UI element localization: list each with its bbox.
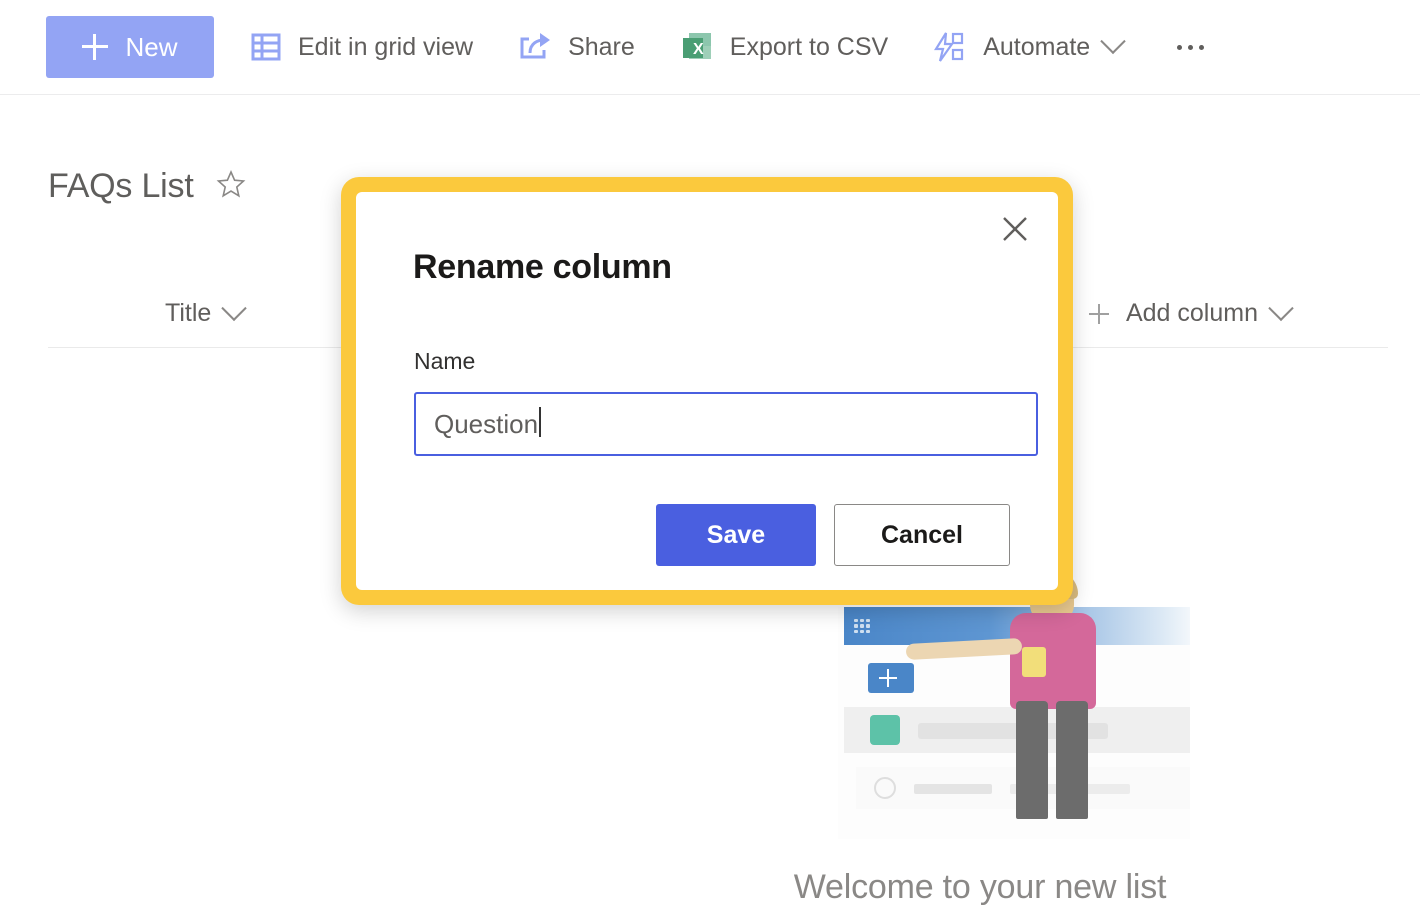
export-to-csv-button[interactable]: X Export to CSV xyxy=(680,17,888,77)
name-field-label: Name xyxy=(414,348,476,374)
more-options-button[interactable] xyxy=(1167,17,1214,77)
add-column-button[interactable]: Add column xyxy=(1088,295,1294,328)
edit-in-grid-view-button[interactable]: Edit in grid view xyxy=(250,17,473,77)
export-to-csv-label: Export to CSV xyxy=(729,32,889,61)
person-leg xyxy=(1016,701,1048,819)
column-header-title[interactable]: Title xyxy=(165,295,248,328)
save-button[interactable]: Save xyxy=(656,504,816,566)
excel-icon: X xyxy=(680,30,714,64)
new-button-label: New xyxy=(125,31,178,62)
text-cursor xyxy=(539,407,542,437)
list-app-window: New Edit in grid view Share X Export to … xyxy=(0,0,1420,915)
empty-state: Welcome to your new list xyxy=(660,571,1300,907)
new-button[interactable]: New xyxy=(46,16,214,78)
command-bar: New Edit in grid view Share X Export to … xyxy=(0,0,1420,95)
person-cup xyxy=(1022,647,1046,677)
chevron-down-icon xyxy=(221,295,248,321)
automate-flow-icon xyxy=(933,30,967,64)
dialog-actions: Save Cancel xyxy=(656,504,1010,566)
ellipsis-dot xyxy=(1177,44,1183,50)
empty-state-illustration xyxy=(838,571,1190,840)
person-leg xyxy=(1056,701,1088,819)
add-column-label: Add column xyxy=(1125,299,1258,327)
ellipsis-dot xyxy=(1188,44,1194,50)
automate-label: Automate xyxy=(983,32,1091,61)
name-input[interactable]: Question xyxy=(414,392,1038,456)
plus-icon xyxy=(1088,303,1109,324)
plus-icon xyxy=(82,34,109,60)
rename-column-dialog-highlight: Rename column Name Question Save Cancel xyxy=(341,177,1073,605)
cancel-button[interactable]: Cancel xyxy=(834,504,1010,566)
illustration-placeholder-bar xyxy=(914,784,992,794)
chevron-down-icon xyxy=(1100,28,1126,55)
name-input-value: Question xyxy=(434,408,539,439)
grid-view-icon xyxy=(250,31,282,63)
close-icon xyxy=(1003,217,1027,241)
star-icon[interactable] xyxy=(216,169,246,204)
ellipsis-dot xyxy=(1199,44,1205,50)
dialog-title: Rename column xyxy=(413,248,672,286)
share-label: Share xyxy=(568,32,635,61)
share-button[interactable]: Share xyxy=(518,17,635,77)
illustration-circle xyxy=(874,777,896,799)
page-title: FAQs List xyxy=(48,167,194,205)
page-header: FAQs List xyxy=(48,167,246,206)
svg-text:X: X xyxy=(693,41,704,58)
waffle-icon xyxy=(854,619,870,633)
automate-button[interactable]: Automate xyxy=(933,17,1126,77)
close-button[interactable] xyxy=(994,208,1036,250)
illustration-new-button xyxy=(868,663,914,693)
illustration-person xyxy=(905,571,1114,825)
column-header-title-label: Title xyxy=(165,299,212,327)
chevron-down-icon xyxy=(1268,295,1294,321)
illustration-green-tile xyxy=(870,715,900,745)
empty-state-heading: Welcome to your new list xyxy=(793,868,1167,906)
edit-in-grid-view-label: Edit in grid view xyxy=(298,32,474,61)
share-icon xyxy=(518,31,552,63)
rename-column-dialog: Rename column Name Question Save Cancel xyxy=(356,192,1058,590)
